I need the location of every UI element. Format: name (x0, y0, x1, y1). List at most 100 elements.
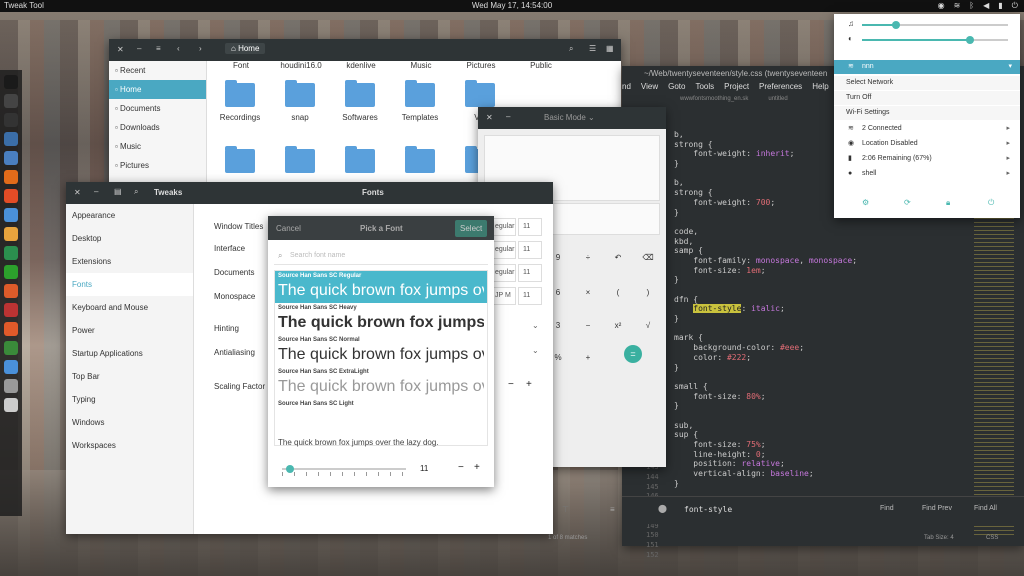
status-row[interactable]: ▮ 2:06 Remaining (67%) ▸ (834, 152, 1020, 166)
dock-app-icon[interactable] (4, 341, 18, 355)
power-icon[interactable]: ⏻ (988, 198, 994, 208)
dock-app-icon[interactable] (4, 208, 18, 222)
calc-key[interactable]: ) (638, 288, 658, 297)
lock-icon[interactable]: 🔒︎ (946, 198, 950, 208)
dock-app-icon[interactable] (4, 360, 18, 374)
antialiasing-dropdown-chevron[interactable]: ⌄ (532, 346, 539, 355)
calc-key[interactable]: √ (638, 321, 658, 330)
font-list-item[interactable]: Source Han Sans SC Light (275, 399, 487, 411)
sidebar-item-startup-applications[interactable]: Startup Applications (66, 342, 193, 365)
folder-label[interactable]: Music (393, 61, 449, 70)
dock-app-icon[interactable] (4, 322, 18, 336)
sidebar-item-power[interactable]: Power (66, 319, 193, 342)
menu-item[interactable]: nd (622, 82, 631, 96)
sidebar-item-workspaces[interactable]: Workspaces (66, 434, 193, 457)
calc-key[interactable]: ( (608, 288, 628, 297)
menu-item[interactable]: Help (812, 82, 828, 96)
dock-app-icon[interactable] (4, 189, 18, 203)
dock-app-icon[interactable] (4, 398, 18, 412)
calc-equals-button[interactable]: = (624, 345, 642, 363)
dock-app-icon[interactable] (4, 75, 18, 89)
wifi-menu-item[interactable]: Select Network (834, 76, 1020, 90)
sidebar-item-pictures[interactable]: ▫ Pictures (109, 156, 206, 175)
sidebar-item-documents[interactable]: ▫ Documents (109, 99, 206, 118)
sidebar-item-desktop[interactable]: Desktop (66, 227, 193, 250)
status-row[interactable]: ● shell ▸ (834, 167, 1020, 181)
folder-item[interactable] (275, 146, 325, 179)
folder-label[interactable]: Font (213, 61, 269, 70)
scaling-decrease-button[interactable]: − (508, 379, 514, 390)
status-row[interactable]: ≋ 2 Connected ▸ (834, 122, 1020, 136)
dock-app-icon[interactable] (4, 94, 18, 108)
sidebar-item-windows[interactable]: Windows (66, 411, 193, 434)
wrap-icon[interactable]: ≡ (610, 505, 615, 514)
find-option-icon[interactable]: ⊤ (562, 505, 569, 514)
menu-item[interactable]: Project (724, 82, 749, 96)
calc-key[interactable]: + (578, 353, 598, 362)
wifi-row[interactable]: ≋ nnn ▾ (834, 60, 1020, 74)
decrease-size-button[interactable]: − (458, 462, 464, 473)
font-search-input[interactable]: ⌕ Search font name (274, 249, 488, 265)
grid-view-icon[interactable]: ▦ (606, 44, 614, 53)
menu-icon[interactable]: ≡ (156, 44, 161, 53)
dock-app-icon[interactable] (4, 151, 18, 165)
dock-app-icon[interactable] (4, 265, 18, 279)
font-list-item[interactable]: Source Han Sans SC Regular The quick brow… (275, 271, 487, 303)
dock-app-icon[interactable] (4, 170, 18, 184)
menu-item[interactable]: Preferences (759, 82, 802, 96)
sidebar-item-fonts[interactable]: Fonts (66, 273, 193, 296)
minimize-icon[interactable]: – (506, 112, 510, 121)
minimize-icon[interactable]: – (137, 44, 141, 53)
dock-app-icon[interactable] (4, 379, 18, 393)
folder-item[interactable]: Templates (395, 80, 445, 122)
close-icon[interactable]: ✕ (486, 113, 493, 122)
cancel-button[interactable]: Cancel (276, 224, 301, 233)
folder-label[interactable]: houdini16.0 (273, 61, 329, 70)
font-list-item[interactable]: Source Han Sans SC Heavy The quick brown … (275, 303, 487, 335)
brightness-knob[interactable] (966, 36, 975, 44)
font-size-field[interactable]: 11 (518, 264, 542, 282)
forward-icon[interactable]: › (199, 44, 202, 53)
list-view-icon[interactable]: ☰ (589, 44, 596, 53)
folder-item[interactable] (395, 146, 445, 179)
restore-icon[interactable]: ▤ (114, 187, 122, 196)
volume-slider[interactable] (862, 21, 1008, 29)
menu-item[interactable]: Tools (695, 82, 714, 96)
sidebar-item-typing[interactable]: Typing (66, 388, 193, 411)
close-icon[interactable]: ✕ (74, 188, 81, 197)
dock-app-icon[interactable] (4, 132, 18, 146)
font-list-item[interactable]: Source Han Sans SC ExtraLight The quick b… (275, 367, 487, 399)
sidebar-item-keyboard-and-mouse[interactable]: Keyboard and Mouse (66, 296, 193, 319)
dock-app-icon[interactable] (4, 227, 18, 241)
calc-key[interactable]: ⌫ (638, 253, 658, 262)
font-size-field[interactable]: 11 (518, 218, 542, 236)
scaling-increase-button[interactable]: + (526, 379, 532, 390)
editor-tab[interactable]: wwwfontsmoothing_en.sk (680, 96, 748, 110)
increase-size-button[interactable]: + (474, 462, 480, 473)
clock[interactable]: Wed May 17, 14:54:00 (0, 0, 1024, 12)
dock-app-icon[interactable] (4, 284, 18, 298)
folder-label[interactable]: kdenlive (333, 61, 389, 70)
menu-item[interactable]: View (641, 82, 658, 96)
calc-key[interactable]: ↶ (608, 253, 628, 262)
calc-key[interactable]: ÷ (578, 253, 598, 262)
hinting-dropdown-chevron[interactable]: ⌄ (532, 321, 539, 330)
font-size-field[interactable]: 11 (518, 241, 542, 259)
folder-label[interactable]: Public (513, 61, 569, 70)
sidebar-item-downloads[interactable]: ▫ Downloads (109, 118, 206, 137)
search-icon[interactable]: ⌕ (569, 44, 573, 54)
find-button[interactable]: Find (880, 505, 894, 512)
sidebar-item-top-bar[interactable]: Top Bar (66, 365, 193, 388)
folder-item[interactable]: snap (275, 80, 325, 122)
rotation-lock-icon[interactable]: ⟳ (904, 198, 911, 207)
dock-app-icon[interactable] (4, 113, 18, 127)
editor-tab[interactable]: untitled (768, 96, 787, 110)
syntax-mode[interactable]: CSS (986, 535, 998, 541)
back-icon[interactable]: ‹ (177, 44, 180, 53)
sidebar-item-extensions[interactable]: Extensions (66, 250, 193, 273)
dock-app-icon[interactable] (4, 303, 18, 317)
settings-icon[interactable]: ⚙ (862, 198, 869, 207)
folder-label[interactable]: Pictures (453, 61, 509, 70)
home-path-button[interactable]: ⌂ Home (225, 43, 266, 54)
sidebar-item-recent[interactable]: ▫ Recent (109, 61, 206, 80)
